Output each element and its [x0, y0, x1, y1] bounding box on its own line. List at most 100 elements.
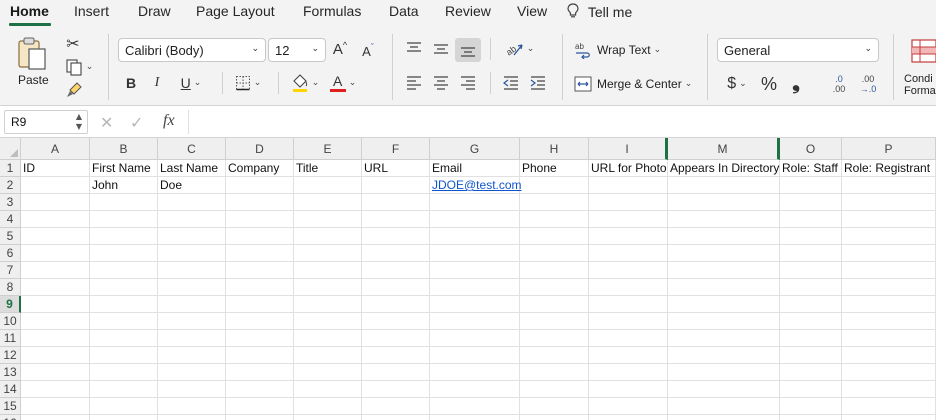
cell-p14[interactable]	[842, 381, 936, 398]
cell-o10[interactable]	[780, 313, 842, 330]
column-header-i[interactable]: I	[589, 138, 668, 160]
column-header-c[interactable]: C	[158, 138, 226, 160]
cell-o3[interactable]	[780, 194, 842, 211]
cell-e9[interactable]	[294, 296, 362, 313]
tab-home[interactable]: Home	[10, 3, 49, 19]
cell-i3[interactable]	[589, 194, 668, 211]
cell-e11[interactable]	[294, 330, 362, 347]
cell-p10[interactable]	[842, 313, 936, 330]
cell-g1[interactable]: Email	[430, 160, 520, 177]
cell-c4[interactable]	[158, 211, 226, 228]
cell-p8[interactable]	[842, 279, 936, 296]
row-header-9[interactable]: 9	[0, 296, 21, 313]
enter-checkmark-icon[interactable]: ✓	[130, 113, 143, 132]
cell-g10[interactable]	[430, 313, 520, 330]
cell-o14[interactable]	[780, 381, 842, 398]
cell-c7[interactable]	[158, 262, 226, 279]
cell-m14[interactable]	[668, 381, 780, 398]
cell-c13[interactable]	[158, 364, 226, 381]
cell-p16[interactable]	[842, 415, 936, 420]
paste-button[interactable]	[12, 34, 52, 74]
cell-h2[interactable]	[520, 177, 589, 194]
number-format-dropdown[interactable]: General ⌄	[717, 38, 879, 62]
cell-d8[interactable]	[226, 279, 294, 296]
cell-m16[interactable]	[668, 415, 780, 420]
cell-i13[interactable]	[589, 364, 668, 381]
align-middle-button[interactable]	[431, 40, 451, 58]
cell-e5[interactable]	[294, 228, 362, 245]
wrap-text-button[interactable]: ab Wrap Text ⌄	[574, 39, 670, 61]
cell-c2[interactable]: Doe	[158, 177, 226, 194]
cell-f9[interactable]	[362, 296, 430, 313]
column-header-h[interactable]: H	[520, 138, 589, 160]
insert-function-button[interactable]: fx	[163, 112, 175, 130]
cell-e4[interactable]	[294, 211, 362, 228]
cell-b9[interactable]	[90, 296, 158, 313]
cell-p9[interactable]	[842, 296, 936, 313]
cell-c12[interactable]	[158, 347, 226, 364]
accounting-format-button[interactable]: $ ⌄	[722, 73, 752, 95]
cell-h3[interactable]	[520, 194, 589, 211]
increase-indent-button[interactable]	[528, 74, 548, 92]
cell-m1[interactable]: Appears In Directory	[668, 160, 780, 177]
formula-input[interactable]	[196, 110, 932, 134]
cell-i14[interactable]	[589, 381, 668, 398]
cell-m7[interactable]	[668, 262, 780, 279]
cell-f11[interactable]	[362, 330, 430, 347]
cell-b12[interactable]	[90, 347, 158, 364]
cell-a12[interactable]	[21, 347, 90, 364]
column-header-e[interactable]: E	[294, 138, 362, 160]
cell-f6[interactable]	[362, 245, 430, 262]
cell-f10[interactable]	[362, 313, 430, 330]
cell-d10[interactable]	[226, 313, 294, 330]
cell-h13[interactable]	[520, 364, 589, 381]
cell-h4[interactable]	[520, 211, 589, 228]
row-header-16[interactable]: 16	[0, 415, 21, 420]
cell-b6[interactable]	[90, 245, 158, 262]
cell-c16[interactable]	[158, 415, 226, 420]
cell-p3[interactable]	[842, 194, 936, 211]
cell-h1[interactable]: Phone	[520, 160, 589, 177]
tell-me-search[interactable]: Tell me	[566, 3, 632, 20]
cell-h11[interactable]	[520, 330, 589, 347]
cell-b2[interactable]: John	[90, 177, 158, 194]
font-color-button[interactable]: A ⌄	[326, 72, 360, 94]
cell-b11[interactable]	[90, 330, 158, 347]
cell-d4[interactable]	[226, 211, 294, 228]
cell-e7[interactable]	[294, 262, 362, 279]
cell-g5[interactable]	[430, 228, 520, 245]
cell-a14[interactable]	[21, 381, 90, 398]
cell-i2[interactable]	[589, 177, 668, 194]
cell-b4[interactable]	[90, 211, 158, 228]
cell-d1[interactable]: Company	[226, 160, 294, 177]
cell-f16[interactable]	[362, 415, 430, 420]
row-header-5[interactable]: 5	[0, 228, 21, 245]
cell-i5[interactable]	[589, 228, 668, 245]
cell-g7[interactable]	[430, 262, 520, 279]
cell-g13[interactable]	[430, 364, 520, 381]
cell-c6[interactable]	[158, 245, 226, 262]
column-header-f[interactable]: F	[362, 138, 430, 160]
column-header-d[interactable]: D	[226, 138, 294, 160]
cell-d5[interactable]	[226, 228, 294, 245]
cell-i10[interactable]	[589, 313, 668, 330]
cell-d6[interactable]	[226, 245, 294, 262]
cell-i16[interactable]	[589, 415, 668, 420]
cell-f15[interactable]	[362, 398, 430, 415]
cell-b3[interactable]	[90, 194, 158, 211]
cell-o1[interactable]: Role: Staff	[780, 160, 842, 177]
cell-h9[interactable]	[520, 296, 589, 313]
row-header-7[interactable]: 7	[0, 262, 21, 279]
cell-e1[interactable]: Title	[294, 160, 362, 177]
cell-o9[interactable]	[780, 296, 842, 313]
tab-data[interactable]: Data	[389, 3, 419, 19]
cell-a11[interactable]	[21, 330, 90, 347]
cell-f5[interactable]	[362, 228, 430, 245]
cell-g4[interactable]	[430, 211, 520, 228]
cell-h15[interactable]	[520, 398, 589, 415]
cell-d3[interactable]	[226, 194, 294, 211]
tab-view[interactable]: View	[517, 3, 547, 19]
cell-c9[interactable]	[158, 296, 226, 313]
orientation-button[interactable]: ab ⌄	[500, 38, 538, 60]
row-header-14[interactable]: 14	[0, 381, 21, 398]
